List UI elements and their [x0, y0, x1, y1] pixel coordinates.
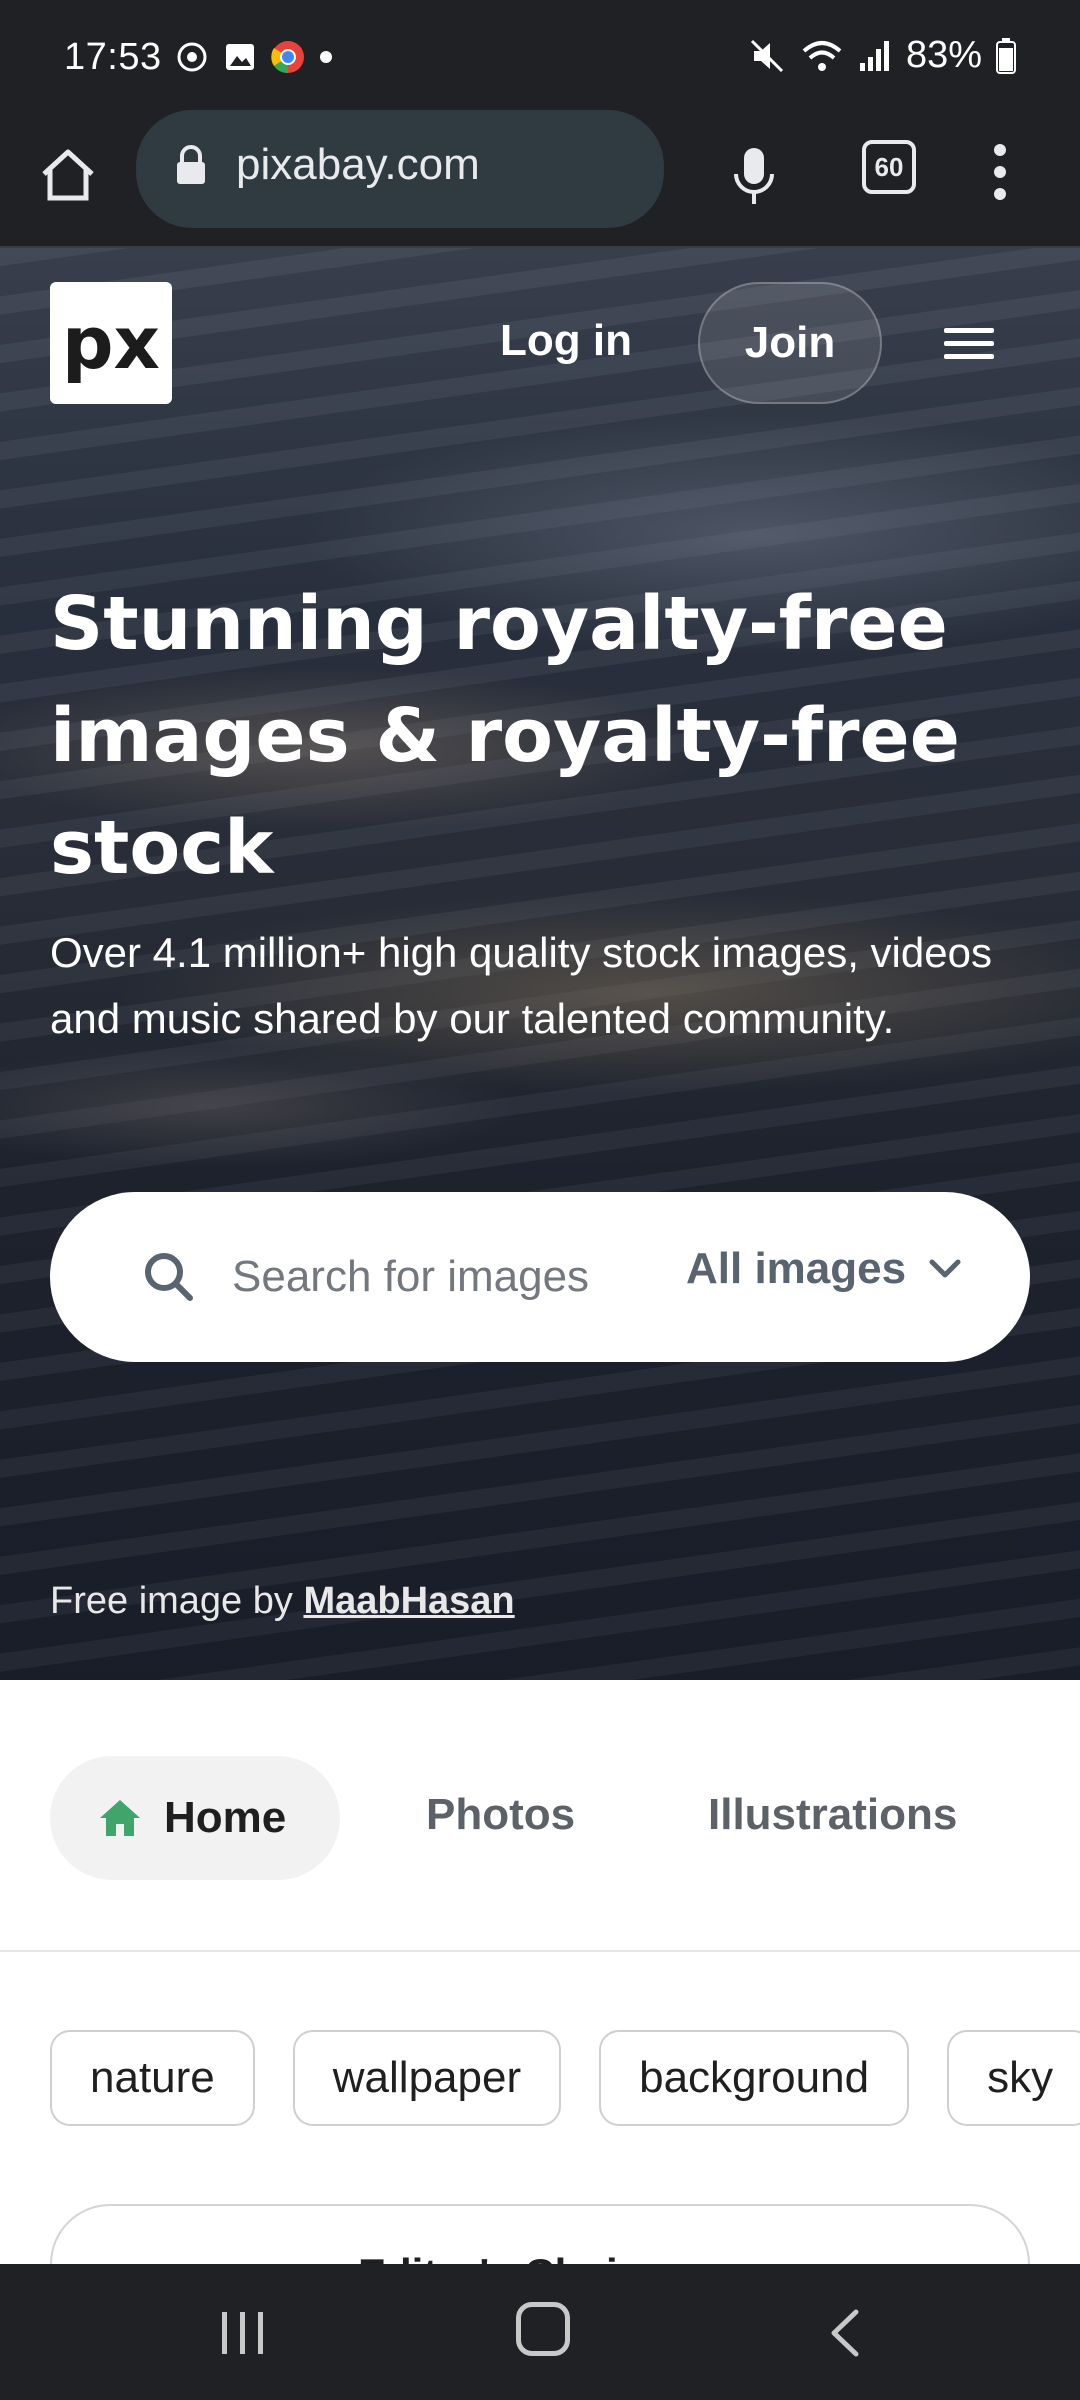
signal-icon [859, 40, 889, 71]
system-home-button[interactable] [516, 2302, 570, 2356]
address-bar-field[interactable]: pixabay.com [136, 110, 664, 222]
browser-toolbar: pixabay.com 60 [0, 110, 1080, 248]
system-navigation-bar [0, 2264, 1080, 2400]
more-options-icon[interactable] [992, 142, 1008, 202]
tab-illustrations[interactable]: Illustrations [708, 1790, 957, 1840]
dot-icon [320, 51, 332, 63]
back-icon[interactable] [826, 2308, 866, 2358]
home-icon [100, 1800, 140, 1836]
image-credit: Free image by MaabHasan [50, 1580, 515, 1623]
gallery-icon [226, 44, 254, 70]
media-type-dropdown[interactable]: All images [686, 1244, 962, 1294]
hero-subheadline: Over 4.1 million+ high quality stock ima… [50, 929, 992, 1042]
tab-count: 60 [874, 151, 904, 182]
pixabay-logo[interactable]: px [50, 282, 172, 404]
tag-list: nature wallpaper background sky [50, 2030, 1080, 2126]
media-type-label: All images [686, 1244, 907, 1293]
clock: 17:53 [64, 36, 162, 78]
notification-icons [175, 40, 333, 74]
system-status: 83% [748, 34, 1016, 77]
login-link[interactable]: Log in [500, 316, 632, 366]
mute-icon [750, 39, 783, 72]
hero-headline: Stunning royalty-free images & royalty-f… [50, 581, 960, 891]
tag-sky[interactable]: sky [947, 2030, 1080, 2126]
search-icon[interactable] [142, 1250, 196, 1304]
logo-text: px [62, 301, 160, 385]
chevron-down-icon [929, 1259, 961, 1278]
tag-wallpaper[interactable]: wallpaper [292, 2030, 562, 2126]
tag-background[interactable]: background [599, 2030, 910, 2126]
url-text: pixabay.com [236, 140, 480, 189]
join-button[interactable]: Join [698, 282, 882, 404]
tab-switcher-button[interactable]: 60 [862, 140, 916, 194]
credit-prefix: Free image by [50, 1580, 304, 1622]
tab-home[interactable]: Home [50, 1756, 340, 1880]
home-icon[interactable] [36, 144, 100, 208]
join-label: Join [744, 318, 836, 367]
category-tabs: Home Photos Illustrations [0, 1680, 1080, 1952]
lock-icon [177, 145, 205, 184]
search-bar: All images [50, 1192, 1030, 1362]
battery-icon [996, 37, 1016, 74]
wifi-icon [802, 40, 842, 71]
recent-apps-icon[interactable] [220, 2310, 266, 2356]
chrome-icon [271, 41, 304, 74]
tab-photos[interactable]: Photos [426, 1790, 575, 1840]
tab-home-label: Home [164, 1793, 287, 1842]
hamburger-menu-icon[interactable] [944, 326, 994, 362]
battery-percent: 83% [905, 34, 982, 76]
status-bar: 17:53 83% [0, 0, 1080, 118]
screen-recorder-icon [177, 42, 207, 72]
credit-author-link[interactable]: MaabHasan [303, 1580, 514, 1622]
tag-nature[interactable]: nature [50, 2030, 255, 2126]
search-input[interactable] [230, 1242, 670, 1312]
microphone-icon[interactable] [728, 144, 780, 208]
